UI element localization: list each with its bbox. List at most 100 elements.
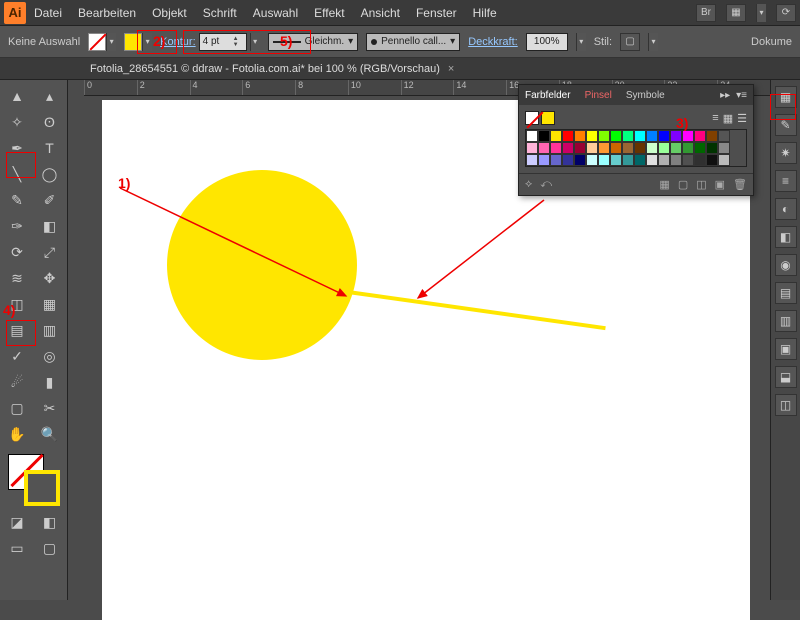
swatch-cell[interactable]	[526, 130, 538, 142]
panel-collapse-icon[interactable]: ▸▸	[720, 90, 730, 101]
swatches-panel[interactable]: Farbfelder Pinsel Symbole ▸▸ ▾≡ ≡ ▦ ☰ ⟡ …	[518, 84, 754, 196]
tab-farbfelder[interactable]: Farbfelder	[525, 90, 571, 101]
opacity-value[interactable]: 100%	[526, 33, 568, 51]
zoom-tool[interactable]: 🔍	[35, 422, 65, 446]
swatch-cell[interactable]	[550, 142, 562, 154]
swatch-cell[interactable]	[550, 154, 562, 166]
draw-mode-icon[interactable]: ▭	[2, 536, 32, 560]
sync-icon[interactable]: ⟳	[776, 4, 796, 22]
magic-wand-tool[interactable]: ✧	[2, 110, 32, 134]
tab-pinsel[interactable]: Pinsel	[585, 90, 612, 101]
shape-builder-tool[interactable]: ◫	[2, 292, 32, 316]
swatch-cell[interactable]	[682, 142, 694, 154]
transform-panel-icon[interactable]: ⬓	[775, 366, 797, 388]
menu-effekt[interactable]: Effekt	[314, 6, 344, 20]
graphic-styles-panel-icon[interactable]: ▤	[775, 282, 797, 304]
swatch-cell[interactable]	[586, 142, 598, 154]
opacity-dd[interactable]: ▾	[576, 33, 586, 51]
swatch-cell[interactable]	[550, 130, 562, 142]
yellow-line-shape[interactable]	[348, 290, 606, 330]
swatch-cell[interactable]	[598, 142, 610, 154]
appearance-panel-icon[interactable]: ◉	[775, 254, 797, 276]
yellow-circle-shape[interactable]	[167, 170, 357, 360]
stroke-dd[interactable]: ▾	[142, 33, 152, 51]
gradient-tool[interactable]: ▥	[35, 318, 65, 342]
swatch-cell[interactable]	[706, 130, 718, 142]
swatch-grid[interactable]	[525, 129, 747, 167]
fill-stroke-indicator[interactable]	[6, 452, 62, 504]
swatch-cell[interactable]	[646, 130, 658, 142]
graph-tool[interactable]: ▮	[35, 370, 65, 394]
swatch-cell[interactable]	[526, 154, 538, 166]
new-group-icon[interactable]: ▢	[678, 178, 688, 191]
blend-tool[interactable]: ◎	[35, 344, 65, 368]
align-panel-icon[interactable]: ▣	[775, 338, 797, 360]
menu-hilfe[interactable]: Hilfe	[473, 6, 497, 20]
swatch-cell[interactable]	[610, 130, 622, 142]
menu-schrift[interactable]: Schrift	[203, 6, 237, 20]
swatch-cell[interactable]	[574, 130, 586, 142]
swatch-cell[interactable]	[562, 154, 574, 166]
pathfinder-panel-icon[interactable]: ◫	[775, 394, 797, 416]
rotate-tool[interactable]: ⟳	[2, 240, 32, 264]
swatch-cell[interactable]	[574, 142, 586, 154]
menu-fenster[interactable]: Fenster	[416, 6, 457, 20]
swatch-cell[interactable]	[670, 154, 682, 166]
pen-tool[interactable]: ✒	[2, 136, 32, 160]
swatch-cell[interactable]	[586, 154, 598, 166]
list-view-icon[interactable]: ≡	[712, 112, 718, 125]
scale-tool[interactable]: ⤢	[35, 240, 65, 264]
swatch-cell[interactable]	[706, 142, 718, 154]
style-dd[interactable]: ▾	[648, 33, 658, 51]
swatch-cell[interactable]	[658, 142, 670, 154]
menu-ansicht[interactable]: Ansicht	[361, 6, 400, 20]
tab-symbole[interactable]: Symbole	[626, 90, 665, 101]
fill-swatch-group[interactable]: ▾	[88, 33, 116, 51]
swatch-cell[interactable]	[622, 130, 634, 142]
swatch-cell[interactable]	[694, 142, 706, 154]
panel-menu-icon[interactable]: ▾≡	[736, 90, 747, 101]
transparency-panel-icon[interactable]: ◧	[775, 226, 797, 248]
stroke-panel-icon[interactable]: ≡	[775, 170, 797, 192]
swatch-cell[interactable]	[694, 154, 706, 166]
stroke-weight-dd[interactable]: ▾	[250, 33, 260, 51]
swatch-cell[interactable]	[538, 130, 550, 142]
menu-auswahl[interactable]: Auswahl	[253, 6, 298, 20]
swatch-cell[interactable]	[694, 130, 706, 142]
new-swatch-icon[interactable]: ◫	[696, 178, 706, 191]
swatch-cell[interactable]	[526, 142, 538, 154]
eraser-tool[interactable]: ◧	[35, 214, 65, 238]
swatch-cell[interactable]	[670, 142, 682, 154]
swatch-cell[interactable]	[682, 154, 694, 166]
swatch-lib-icon[interactable]: ⟡	[525, 178, 532, 191]
screen-mode-icon[interactable]: ▢	[35, 536, 65, 560]
style-swatch[interactable]: ▢	[620, 33, 640, 51]
bridge-icon[interactable]: Br	[696, 4, 716, 22]
swatch-cell[interactable]	[562, 130, 574, 142]
document-tab[interactable]: Fotolia_28654551 © ddraw - Fotolia.com.a…	[90, 63, 440, 75]
free-transform-tool[interactable]: ✥	[35, 266, 65, 290]
fill-swatch[interactable]	[88, 33, 106, 51]
swatch-cell[interactable]	[610, 154, 622, 166]
swatch-cell[interactable]	[574, 154, 586, 166]
swatch-cell[interactable]	[622, 154, 634, 166]
delete-swatch-icon[interactable]: 🗑	[733, 178, 747, 191]
type-tool[interactable]: T	[35, 136, 65, 160]
swatch-cell[interactable]	[646, 154, 658, 166]
swatch-cell[interactable]	[634, 154, 646, 166]
stroke-weight-input[interactable]: 4 pt▲▼	[199, 33, 247, 51]
menu-datei[interactable]: Datei	[34, 6, 62, 20]
paintbrush-tool[interactable]: ✎	[2, 188, 32, 212]
swatch-cell[interactable]	[586, 130, 598, 142]
arrange-docs-icon[interactable]: ▦	[726, 4, 746, 22]
swatch-cell[interactable]	[670, 130, 682, 142]
color-mode-icon[interactable]: ◪	[2, 510, 32, 534]
swatch-cell[interactable]	[718, 154, 730, 166]
artboard-tool[interactable]: ▢	[2, 396, 32, 420]
line-tool[interactable]: ╲	[2, 162, 32, 186]
gradient-panel-icon[interactable]: ◐	[775, 198, 797, 220]
swatch-cell[interactable]	[538, 142, 550, 154]
doc-setup-btn[interactable]: Dokume	[751, 36, 792, 48]
swatch-cell[interactable]	[598, 130, 610, 142]
large-view-icon[interactable]: ☰	[737, 112, 747, 125]
